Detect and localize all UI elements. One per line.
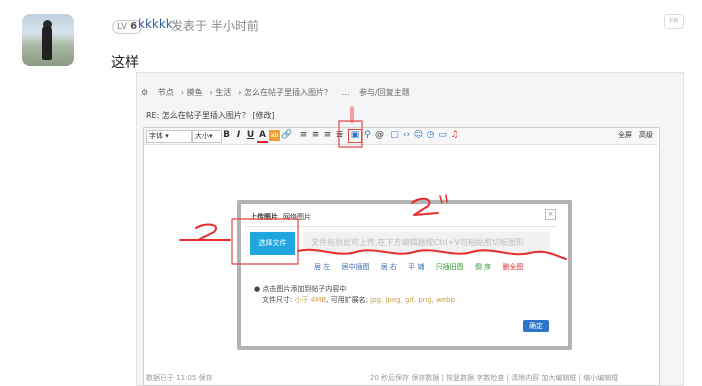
annotation-number-2 [411,197,439,216]
annotation-box-choose [231,218,299,265]
annotation-box-image [338,120,363,148]
annotation-number-1 [195,223,227,241]
annotation-overlay [179,106,567,265]
annotation-wave [297,248,567,260]
annotation-tick [439,194,448,204]
